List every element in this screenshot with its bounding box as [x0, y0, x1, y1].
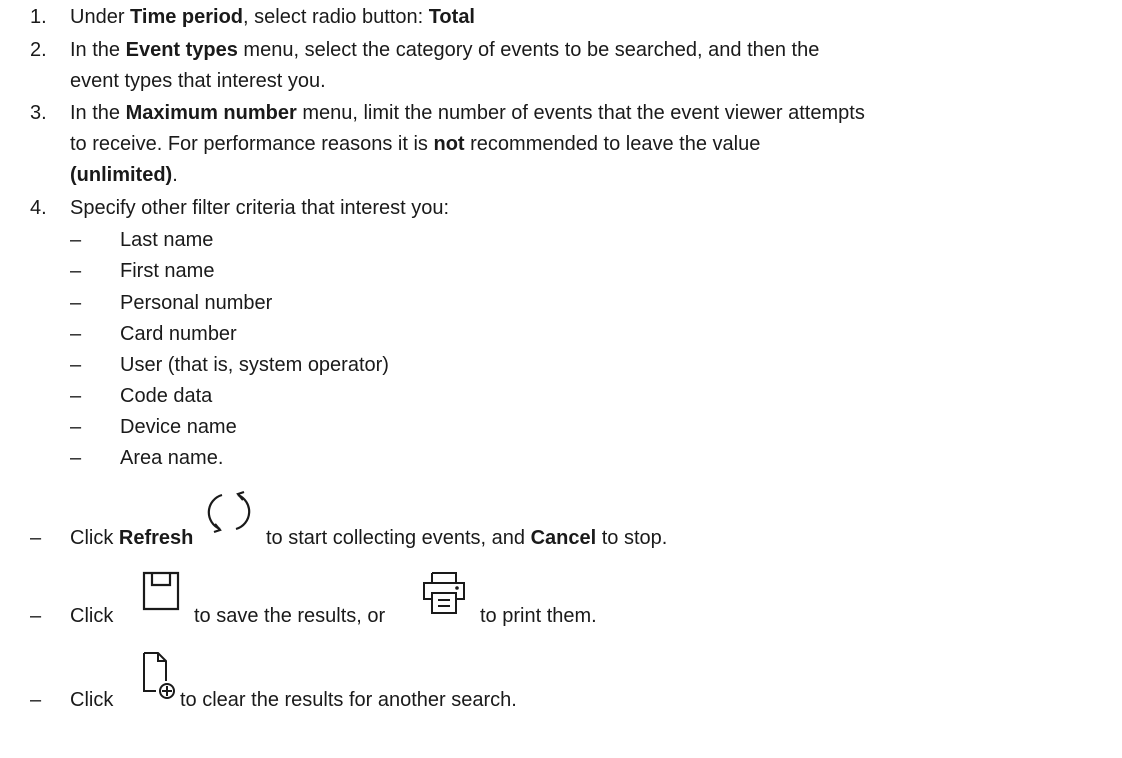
criteria-label: Card number [120, 323, 237, 345]
text-run: recommended to leave the value [464, 133, 761, 155]
criteria-label: User (that is, system operator) [120, 354, 389, 376]
criteria-item: – User (that is, system operator) [70, 350, 389, 381]
dash-marker: – [70, 447, 82, 469]
criteria-label: Last name [120, 229, 214, 251]
text-run: menu, select the category of events to b… [237, 39, 820, 61]
action-text: to print them. [480, 605, 597, 627]
bold-term: Total [428, 6, 475, 28]
action-text: Click [70, 605, 114, 627]
criteria-label: Device name [120, 416, 237, 438]
criteria-item: – Last name [70, 225, 213, 256]
action-text: Click Refresh [70, 523, 193, 554]
action-text: to start collecting events, and Cancel t… [266, 523, 667, 554]
criteria-label: First name [120, 260, 215, 282]
step-text: In the Maximum number menu, limit the nu… [70, 98, 1110, 191]
dash-marker: – [70, 385, 82, 407]
criteria-item: – Personal number [70, 288, 272, 319]
step-number: 3. [30, 102, 47, 124]
action-text: to save the results, or [194, 605, 386, 627]
text-run: . [172, 164, 178, 186]
bold-term: Cancel [530, 527, 597, 549]
criteria-item: – Code data [70, 381, 212, 412]
dash-marker: – [70, 292, 82, 314]
text-run: menu, limit the number of events that th… [296, 102, 865, 124]
bold-term: Refresh [118, 527, 194, 549]
text-run: Under [70, 6, 131, 28]
step-text: Specify other filter criteria that inter… [70, 197, 450, 219]
action-refresh: – Click Refresh to start collecting even… [30, 490, 1110, 555]
bold-term: Event types [125, 39, 238, 61]
action-clear: – Click to clear the results for another… [30, 652, 1110, 717]
step-number: 2. [30, 39, 47, 61]
criteria-label: Code data [120, 385, 213, 407]
step-number: 4. [30, 197, 47, 219]
save-icon [142, 571, 180, 611]
step-3: 3. In the Maximum number menu, limit the… [30, 98, 1110, 191]
dash-marker: – [70, 260, 82, 282]
action-save-print: – Click to save the results, or to print… [30, 571, 1110, 633]
dash-marker: – [30, 689, 42, 711]
text-run: to receive. For performance reasons it i… [70, 133, 434, 155]
criteria-label: Personal number [120, 292, 273, 314]
text-run: In the [70, 39, 126, 61]
text-run: In the [70, 102, 126, 124]
criteria-label: Area name. [120, 447, 224, 469]
bold-term: not [433, 133, 465, 155]
criteria-item: – Area name. [70, 443, 223, 474]
new-search-icon [143, 652, 175, 699]
criteria-item: – First name [70, 256, 214, 287]
criteria-item: – Card number [70, 319, 237, 350]
step-text: In the Event types menu, select the cate… [70, 35, 1110, 97]
dash-marker: – [70, 323, 82, 345]
bold-term: Time period [130, 6, 244, 28]
step-text: Under Time period, select radio button: … [70, 2, 1110, 33]
text-run: to stop. [596, 527, 668, 549]
text-run: , select radio button: [243, 6, 429, 28]
dash-marker: – [30, 605, 42, 627]
bold-term: Maximum number [125, 102, 297, 124]
text-run: event types that interest you. [70, 70, 326, 92]
step-1: 1. Under Time period, select radio butto… [30, 2, 1110, 33]
text-run: Click [70, 527, 119, 549]
dash-marker: – [70, 229, 82, 251]
text-run: to start collecting events, and [266, 527, 531, 549]
step-4: 4. Specify other filter criteria that in… [30, 193, 1110, 224]
print-icon [423, 572, 465, 614]
criteria-item: – Device name [70, 412, 237, 443]
action-text: Click [70, 689, 114, 711]
dash-marker: – [30, 527, 42, 549]
step-2: 2. In the Event types menu, select the c… [30, 35, 1110, 97]
bold-term: (unlimited) [70, 164, 173, 186]
dash-marker: – [70, 354, 82, 376]
step-number: 1. [30, 6, 47, 28]
action-text: to clear the results for another search. [180, 689, 517, 711]
dash-marker: – [70, 416, 82, 438]
refresh-icon [207, 490, 251, 534]
